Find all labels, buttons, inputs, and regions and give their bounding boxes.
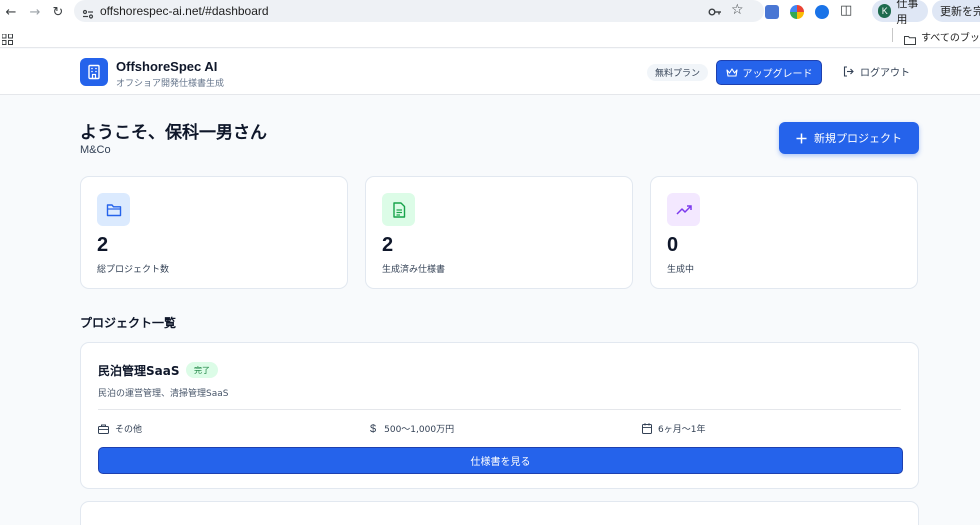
brand-tagline: オフショア開発仕様書生成 [116, 79, 225, 89]
avatar: K [878, 4, 892, 18]
budget-label: 500〜1,000万円 [384, 425, 455, 435]
project-duration: 6ヶ月〜1年 [642, 422, 705, 435]
category-label: その他 [115, 425, 143, 435]
bookmark-star-icon[interactable]: ☆ [731, 2, 744, 18]
site-info-icon[interactable] [82, 5, 94, 24]
document-icon [382, 193, 415, 226]
search-extension-icon[interactable] [815, 5, 829, 19]
colorful-extension-icon[interactable] [790, 5, 804, 19]
upgrade-button[interactable]: アップグレード [716, 60, 822, 85]
stat-card-generated-specs: 2 生成済み仕様書 [365, 176, 633, 289]
project-card[interactable]: 民泊管理SaaS 完了 民泊の運営管理、清掃管理SaaS その他 $ 500〜1… [80, 342, 919, 489]
url-text: offshorespec-ai.net/#dashboard [100, 4, 269, 18]
plan-badge: 無料プラン [647, 64, 709, 81]
building-icon [88, 64, 100, 80]
view-spec-button[interactable]: 仕様書を見る [98, 447, 903, 474]
briefcase-icon [98, 424, 109, 434]
welcome-heading: ようこそ、保科一男さん [80, 123, 267, 143]
project-card-partial[interactable] [80, 501, 919, 525]
new-project-label: 新規プロジェクト [814, 132, 902, 145]
password-key-icon[interactable] [708, 4, 722, 23]
all-bookmarks-label: すべてのブックマーク [921, 33, 980, 44]
trending-up-icon [667, 193, 700, 226]
upgrade-label: アップグレード [742, 69, 813, 80]
calendar-icon [642, 423, 652, 434]
project-description: 民泊の運営管理、清掃管理SaaS [98, 389, 229, 399]
update-button[interactable]: 更新を完了 [932, 0, 980, 22]
brand-name: OffshoreSpec AI [116, 59, 218, 74]
crown-icon [725, 67, 738, 77]
address-bar[interactable]: offshorespec-ai.net/#dashboard ☆ [74, 0, 764, 22]
profile-label: 仕事用 [896, 0, 919, 26]
stat-value: 2 [97, 234, 109, 256]
folder-icon [904, 30, 916, 49]
project-budget: $ 500〜1,000万円 [370, 422, 455, 436]
status-badge: 完了 [186, 362, 218, 378]
stat-value: 2 [382, 234, 394, 256]
company-name: M&Co [80, 144, 111, 156]
stat-value: 0 [667, 234, 679, 256]
app-logo[interactable] [80, 58, 108, 86]
translate-extension-icon[interactable] [765, 5, 779, 19]
stat-label: 総プロジェクト数 [97, 265, 170, 275]
forward-icon[interactable]: → [26, 3, 44, 21]
stat-label: 生成済み仕様書 [382, 265, 446, 275]
profile-chip[interactable]: K 仕事用 [872, 0, 928, 26]
plus-icon [796, 133, 807, 143]
logout-label: ログアウト [860, 68, 910, 79]
folder-icon [97, 193, 130, 226]
duration-label: 6ヶ月〜1年 [658, 425, 706, 435]
browser-toolbar: ← → ↻ offshorespec-ai.net/#dashboard ☆ ◫… [0, 0, 980, 26]
logout-icon [843, 66, 854, 77]
section-title: プロジェクト一覧 [80, 316, 177, 330]
stat-card-generating: 0 生成中 [650, 176, 918, 289]
project-category: その他 [98, 422, 142, 435]
stat-label: 生成中 [667, 265, 695, 275]
app-header: OffshoreSpec AI オフショア開発仕様書生成 無料プラン アップグレ… [0, 49, 980, 95]
extensions-puzzle-icon[interactable]: ◫ [840, 3, 852, 18]
stat-card-total-projects: 2 総プロジェクト数 [80, 176, 348, 289]
apps-grid-icon[interactable] [1, 30, 13, 49]
bookmarks-divider [892, 28, 893, 42]
logout-button[interactable]: ログアウト [843, 64, 910, 79]
project-name: 民泊管理SaaS [98, 364, 180, 378]
new-project-button[interactable]: 新規プロジェクト [779, 122, 919, 154]
reload-icon[interactable]: ↻ [49, 3, 67, 21]
bookmarks-bar: すべてのブックマーク [0, 24, 980, 48]
update-label: 更新を完了 [940, 6, 980, 18]
back-icon[interactable]: ← [2, 3, 20, 21]
card-divider [98, 409, 901, 410]
dollar-icon: $ [370, 422, 377, 435]
